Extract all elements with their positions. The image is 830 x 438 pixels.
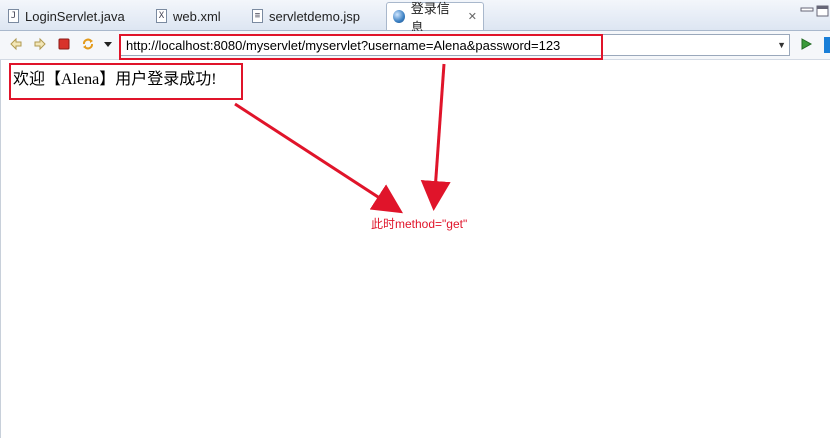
arrow-from-url — [420, 63, 451, 211]
method-annotation: 此时method="get" — [371, 217, 468, 231]
arrow-from-message — [234, 102, 404, 214]
